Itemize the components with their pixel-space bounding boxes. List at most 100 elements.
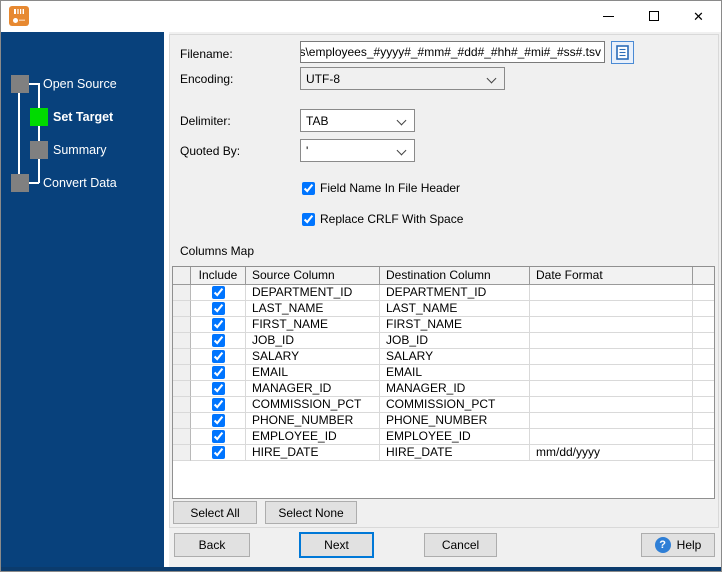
row-selector-cell[interactable] [173, 317, 191, 333]
include-cell[interactable] [191, 301, 246, 317]
table-row[interactable]: COMMISSION_PCT COMMISSION_PCT [173, 397, 714, 413]
minimize-button[interactable] [586, 1, 631, 31]
source-column-cell[interactable]: LAST_NAME [246, 301, 380, 317]
include-cell[interactable] [191, 429, 246, 445]
destination-column-cell[interactable]: HIRE_DATE [380, 445, 530, 461]
row-selector-cell[interactable] [173, 397, 191, 413]
include-cell[interactable] [191, 445, 246, 461]
source-column-cell[interactable]: COMMISSION_PCT [246, 397, 380, 413]
cancel-button[interactable]: Cancel [424, 533, 497, 557]
next-button[interactable]: Next [299, 532, 374, 558]
include-checkbox[interactable] [211, 430, 225, 443]
include-checkbox[interactable] [211, 302, 225, 315]
destination-column-cell[interactable]: EMAIL [380, 365, 530, 381]
table-row[interactable]: SALARY SALARY [173, 349, 714, 365]
back-button[interactable]: Back [174, 533, 250, 557]
date-format-cell[interactable] [530, 397, 693, 413]
destination-column-cell[interactable]: EMPLOYEE_ID [380, 429, 530, 445]
include-checkbox[interactable] [211, 382, 225, 395]
filename-input[interactable]: ts\employees_#yyyy#_#mm#_#dd#_#hh#_#mi#_… [300, 41, 605, 63]
include-cell[interactable] [191, 333, 246, 349]
source-column-cell[interactable]: DEPARTMENT_ID [246, 285, 380, 301]
row-selector-cell[interactable] [173, 349, 191, 365]
table-row[interactable]: PHONE_NUMBER PHONE_NUMBER [173, 413, 714, 429]
include-checkbox[interactable] [211, 318, 225, 331]
row-selector-cell[interactable] [173, 301, 191, 317]
table-row[interactable]: LAST_NAME LAST_NAME [173, 301, 714, 317]
include-checkbox[interactable] [211, 286, 225, 299]
source-column-cell[interactable]: EMPLOYEE_ID [246, 429, 380, 445]
row-selector-cell[interactable] [173, 381, 191, 397]
source-column-cell[interactable]: PHONE_NUMBER [246, 413, 380, 429]
encoding-select[interactable]: UTF-8 [300, 67, 505, 90]
row-selector-cell[interactable] [173, 429, 191, 445]
include-checkbox[interactable] [211, 350, 225, 363]
date-format-cell[interactable] [530, 333, 693, 349]
include-checkbox[interactable] [211, 334, 225, 347]
table-row[interactable]: DEPARTMENT_ID DEPARTMENT_ID [173, 285, 714, 301]
replace-crlf-checkbox[interactable] [302, 212, 315, 226]
include-cell[interactable] [191, 413, 246, 429]
date-format-cell[interactable] [530, 317, 693, 333]
close-button[interactable]: ✕ [676, 1, 721, 31]
header-source[interactable]: Source Column [246, 267, 380, 285]
include-cell[interactable] [191, 381, 246, 397]
table-row[interactable]: EMAIL EMAIL [173, 365, 714, 381]
source-column-cell[interactable]: JOB_ID [246, 333, 380, 349]
include-cell[interactable] [191, 365, 246, 381]
include-checkbox[interactable] [211, 366, 225, 379]
maximize-button[interactable] [631, 1, 676, 31]
include-cell[interactable] [191, 285, 246, 301]
browse-file-button[interactable] [611, 41, 634, 64]
destination-column-cell[interactable]: PHONE_NUMBER [380, 413, 530, 429]
table-row[interactable]: HIRE_DATE HIRE_DATE mm/dd/yyyy [173, 445, 714, 461]
row-selector-cell[interactable] [173, 333, 191, 349]
destination-column-cell[interactable]: COMMISSION_PCT [380, 397, 530, 413]
date-format-cell[interactable]: mm/dd/yyyy [530, 445, 693, 461]
include-cell[interactable] [191, 397, 246, 413]
row-selector-cell[interactable] [173, 413, 191, 429]
source-column-cell[interactable]: EMAIL [246, 365, 380, 381]
field-name-header-checkbox-row[interactable]: Field Name In File Header [302, 181, 460, 195]
date-format-cell[interactable] [530, 413, 693, 429]
row-selector-cell[interactable] [173, 285, 191, 301]
header-date-format[interactable]: Date Format [530, 267, 693, 285]
sidebar-step-open-source[interactable]: Open Source [43, 75, 117, 93]
select-none-button[interactable]: Select None [265, 501, 357, 524]
include-cell[interactable] [191, 317, 246, 333]
destination-column-cell[interactable]: JOB_ID [380, 333, 530, 349]
include-checkbox[interactable] [211, 446, 225, 459]
include-checkbox[interactable] [211, 414, 225, 427]
source-column-cell[interactable]: HIRE_DATE [246, 445, 380, 461]
date-format-cell[interactable] [530, 381, 693, 397]
table-row[interactable]: MANAGER_ID MANAGER_ID [173, 381, 714, 397]
header-destination[interactable]: Destination Column [380, 267, 530, 285]
source-column-cell[interactable]: SALARY [246, 349, 380, 365]
date-format-cell[interactable] [530, 285, 693, 301]
field-name-header-checkbox[interactable] [302, 181, 315, 195]
sidebar-step-set-target[interactable]: Set Target [53, 108, 113, 126]
replace-crlf-checkbox-row[interactable]: Replace CRLF With Space [302, 212, 463, 226]
row-selector-cell[interactable] [173, 365, 191, 381]
destination-column-cell[interactable]: DEPARTMENT_ID [380, 285, 530, 301]
select-all-button[interactable]: Select All [173, 501, 257, 524]
date-format-cell[interactable] [530, 301, 693, 317]
delimiter-select[interactable]: TAB [300, 109, 415, 132]
destination-column-cell[interactable]: FIRST_NAME [380, 317, 530, 333]
table-row[interactable]: FIRST_NAME FIRST_NAME [173, 317, 714, 333]
include-cell[interactable] [191, 349, 246, 365]
include-checkbox[interactable] [211, 398, 225, 411]
help-button[interactable]: ? Help [641, 533, 715, 557]
source-column-cell[interactable]: MANAGER_ID [246, 381, 380, 397]
row-selector-cell[interactable] [173, 445, 191, 461]
sidebar-step-convert-data[interactable]: Convert Data [43, 174, 117, 192]
destination-column-cell[interactable]: MANAGER_ID [380, 381, 530, 397]
table-row[interactable]: EMPLOYEE_ID EMPLOYEE_ID [173, 429, 714, 445]
destination-column-cell[interactable]: SALARY [380, 349, 530, 365]
source-column-cell[interactable]: FIRST_NAME [246, 317, 380, 333]
sidebar-step-summary[interactable]: Summary [53, 141, 106, 159]
quoted-by-select[interactable]: ' [300, 139, 415, 162]
header-include[interactable]: Include [191, 267, 246, 285]
table-row[interactable]: JOB_ID JOB_ID [173, 333, 714, 349]
destination-column-cell[interactable]: LAST_NAME [380, 301, 530, 317]
